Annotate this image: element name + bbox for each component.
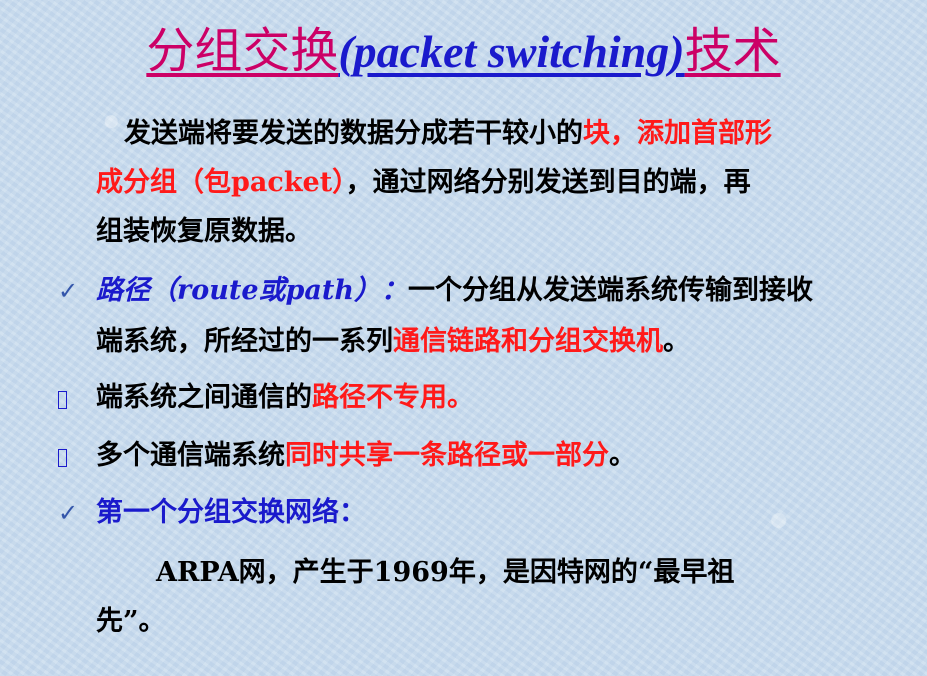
para1-line1: 发送端将要发送的数据分成若干较小的块，添加首部形 (124, 118, 772, 149)
title-chinese-prefix: 分组交换 (146, 23, 339, 79)
box-bullet-icon (58, 378, 67, 418)
bullet1-line1: 路径（route或path）：一个分组从发送端系统传输到接收 (96, 275, 813, 306)
checkmark-icon: ✓ (58, 499, 79, 527)
para1-line2: 成分组（包packet），通过网络分别发送到目的端，再 (96, 167, 751, 198)
title-chinese-suffix: 技术 (684, 23, 781, 79)
slide-title: 分组交换(packet switching)技术 (0, 22, 927, 81)
checkmark-icon: ✓ (58, 277, 79, 305)
bullet2-line: 端系统之间通信的路径不专用。 (96, 382, 474, 413)
para2-line1: ARPA网，产生于1969年，是因特网的“最早祖 (156, 557, 735, 588)
para2-line2: 先”。 (96, 606, 166, 637)
route-term: 路径（route或path）： (96, 275, 408, 306)
bullet1-line2: 端系统，所经过的一系列通信链路和分组交换机。 (96, 326, 690, 357)
bullet3-line: 多个通信端系统同时共享一条路径或一部分。 (96, 440, 636, 471)
title-english: (packet switching) (338, 26, 685, 77)
bullet4-line: 第一个分组交换网络： (96, 497, 366, 528)
para1-line3: 组装恢复原数据。 (96, 216, 312, 247)
box-bullet-icon (58, 436, 67, 476)
